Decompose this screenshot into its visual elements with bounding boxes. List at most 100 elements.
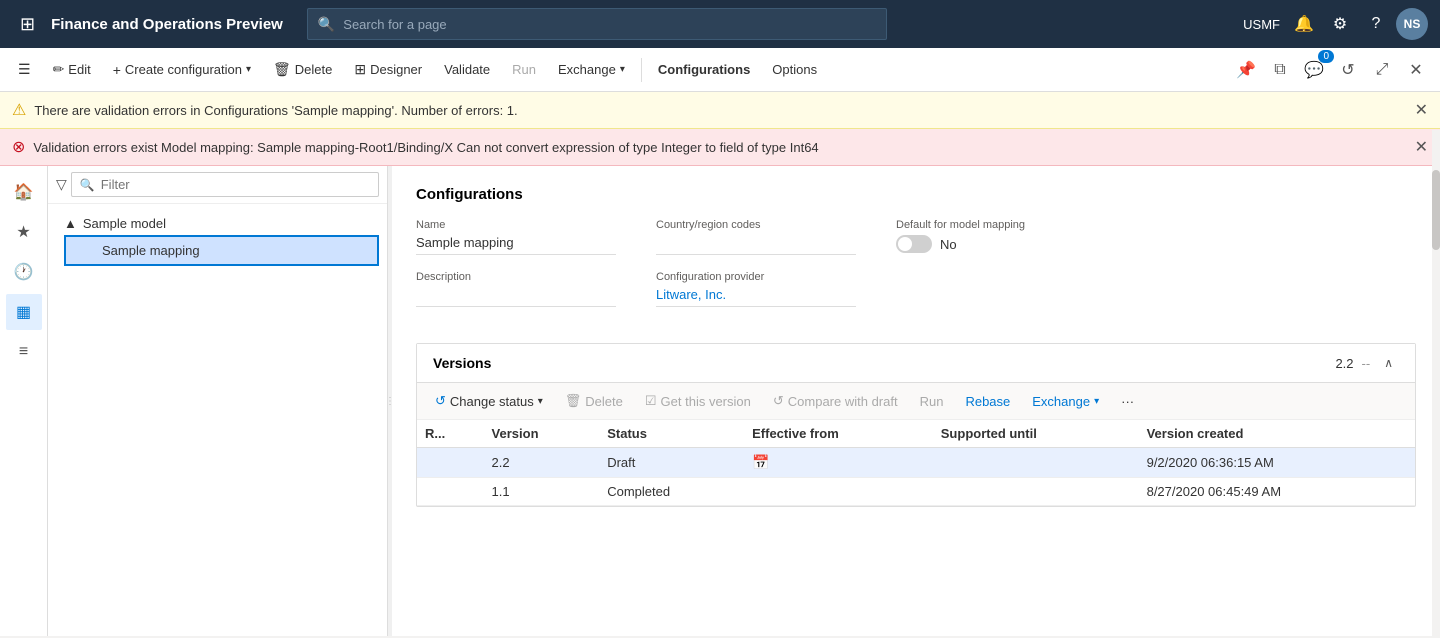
edit-button[interactable]: ✏ Edit (43, 57, 101, 82)
table-row[interactable]: 1.1Completed8/27/2020 06:45:49 AM (417, 478, 1415, 506)
scrollbar-thumb[interactable] (1432, 170, 1440, 250)
versions-delete-button[interactable]: 🗑 Delete (555, 389, 633, 413)
default-mapping-label: Default for model mapping (896, 219, 1096, 231)
compare-with-draft-button[interactable]: ↺ Compare with draft (763, 389, 908, 413)
more-options-button[interactable]: ··· (1111, 390, 1144, 413)
help-icon[interactable]: ? (1360, 8, 1392, 40)
fullscreen-icon[interactable]: ⧉ (1264, 54, 1296, 86)
validate-button[interactable]: Validate (434, 58, 500, 81)
filter-icon[interactable]: ▽ (56, 176, 67, 193)
description-label: Description (416, 271, 616, 283)
search-bar[interactable]: 🔍 (307, 8, 887, 40)
warning-close-button[interactable]: ✕ (1415, 100, 1428, 120)
warning-icon: ⚠ (12, 100, 26, 120)
error-alert: ⊗ Validation errors exist Model mapping:… (0, 129, 1440, 166)
bell-icon[interactable]: 🔔 (1288, 8, 1320, 40)
compare-icon: ↺ (773, 393, 784, 409)
versions-table-head: R... Version Status Effective from Suppo… (417, 420, 1415, 448)
grid-icon[interactable]: ⊞ (12, 10, 43, 39)
exchange-chevron-icon: ▾ (620, 64, 625, 75)
filter-search-input[interactable] (101, 177, 370, 192)
get-this-version-button[interactable]: ☑ Get this version (635, 389, 761, 413)
versions-run-button[interactable]: Run (910, 390, 954, 413)
toolbar: ☰ ✏ Edit + Create configuration ▾ 🗑 Dele… (0, 48, 1440, 92)
right-panel: Configurations Name Sample mapping Count… (392, 166, 1440, 636)
supported-until-col (933, 448, 1139, 478)
home-icon[interactable]: 🏠 (6, 174, 42, 210)
menu-toggle[interactable]: ☰ (8, 57, 41, 82)
versions-dash: -- (1362, 356, 1379, 371)
versions-table-header-row: R... Version Status Effective from Suppo… (417, 420, 1415, 448)
avatar[interactable]: NS (1396, 8, 1428, 40)
country-label: Country/region codes (656, 219, 856, 231)
search-input[interactable] (343, 17, 876, 32)
create-configuration-button[interactable]: + Create configuration ▾ (103, 58, 261, 82)
grid-side-icon[interactable]: ▦ (6, 294, 42, 330)
hamburger-icon: ☰ (18, 61, 31, 78)
designer-icon: ⊞ (354, 61, 366, 78)
description-group: Description (416, 271, 616, 307)
refresh-icon[interactable]: ↺ (1332, 54, 1364, 86)
table-row[interactable]: 2.2Draft 📅 9/2/2020 06:36:15 AM (417, 448, 1415, 478)
description-value (416, 287, 616, 307)
versions-collapse-button[interactable]: ∧ (1378, 354, 1399, 372)
separator (641, 58, 642, 82)
change-status-button[interactable]: ↺ Change status ▾ (425, 389, 553, 413)
clock-icon[interactable]: 🕐 (6, 254, 42, 290)
settings-icon[interactable]: ⚙ (1324, 8, 1356, 40)
versions-exchange-button[interactable]: Exchange ▾ (1022, 390, 1109, 413)
pin-icon[interactable]: 📌 (1230, 54, 1262, 86)
tree-child-item[interactable]: Sample mapping (64, 235, 379, 266)
country-value: — (656, 235, 856, 255)
top-nav-right: USMF 🔔 ⚙ ? NS (1243, 8, 1428, 40)
config-provider-value[interactable]: Litware, Inc. (656, 287, 856, 307)
form-row-2: Description Configuration provider Litwa… (416, 271, 1416, 307)
version-created-col: 9/2/2020 06:36:15 AM (1139, 448, 1415, 478)
open-new-icon[interactable]: ⤢ (1366, 54, 1398, 86)
list-icon[interactable]: ≡ (6, 334, 42, 370)
add-icon: + (113, 62, 121, 78)
versions-table-body: 2.2Draft 📅 9/2/2020 06:36:15 AM1.1Complete… (417, 448, 1415, 506)
scrollbar-track[interactable] (1432, 166, 1440, 636)
star-icon[interactable]: ★ (6, 214, 42, 250)
tree-child-label: Sample mapping (102, 243, 200, 258)
name-group: Name Sample mapping (416, 219, 616, 255)
side-icons: 🏠 ★ 🕐 ▦ ≡ (0, 166, 48, 636)
status-col: Draft (599, 448, 744, 478)
toggle-wrap: No (896, 235, 1096, 253)
delete-button[interactable]: 🗑 Delete (263, 57, 342, 82)
main-area: 🏠 ★ 🕐 ▦ ≡ ▽ 🔍 ▲ Sample model Sample mapp… (0, 166, 1440, 636)
notification-icon[interactable]: 💬 0 (1298, 54, 1330, 86)
col-status: Status (599, 420, 744, 448)
col-version: Version (484, 420, 600, 448)
rebase-button[interactable]: Rebase (955, 390, 1020, 413)
close-button[interactable]: ✕ (1400, 54, 1432, 86)
calendar-icon[interactable]: 📅 (752, 454, 769, 470)
run-button[interactable]: Run (502, 58, 546, 81)
configurations-form: Configurations Name Sample mapping Count… (392, 166, 1440, 343)
r-col (417, 448, 484, 478)
tree-parent-item[interactable]: ▲ Sample model (56, 212, 379, 235)
exchange-button[interactable]: Exchange ▾ (548, 58, 635, 81)
search-small-icon: 🔍 (80, 178, 95, 192)
error-close-button[interactable]: ✕ (1415, 137, 1428, 157)
designer-button[interactable]: ⊞ Designer (344, 57, 432, 82)
default-mapping-value: No (940, 237, 957, 252)
versions-table: R... Version Status Effective from Suppo… (417, 420, 1415, 506)
col-supported-until: Supported until (933, 420, 1139, 448)
toolbar-right: 📌 ⧉ 💬 0 ↺ ⤢ ✕ (1230, 54, 1432, 86)
ellipsis-icon: ··· (1121, 394, 1134, 409)
configurations-tab[interactable]: Configurations (648, 58, 760, 81)
user-code: USMF (1243, 17, 1280, 32)
chevron-icon: ▾ (538, 396, 543, 407)
default-mapping-group: Default for model mapping No (896, 219, 1096, 255)
filter-input-wrap[interactable]: 🔍 (71, 172, 379, 197)
options-tab[interactable]: Options (762, 58, 827, 81)
version-col: 2.2 (484, 448, 600, 478)
default-mapping-toggle[interactable] (896, 235, 932, 253)
versions-section: Versions 2.2 -- ∧ ↺ Change status ▾ 🗑 De… (416, 343, 1416, 507)
col-r: R... (417, 420, 484, 448)
effective-from-col: 📅 (744, 448, 933, 478)
version-col: 1.1 (484, 478, 600, 506)
versions-toolbar: ↺ Change status ▾ 🗑 Delete ☑ Get this ve… (417, 383, 1415, 420)
